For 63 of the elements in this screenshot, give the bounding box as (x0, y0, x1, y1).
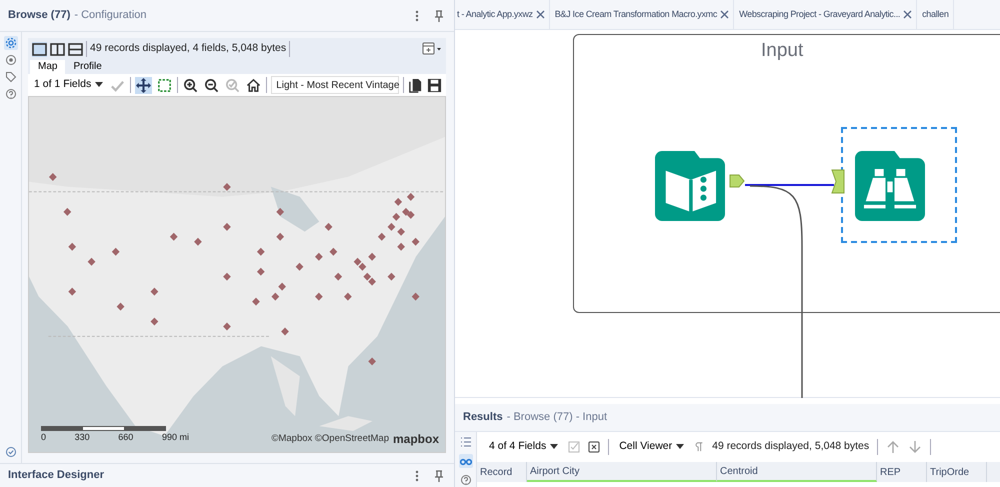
close-icon[interactable] (720, 10, 730, 19)
save-icon[interactable] (427, 78, 442, 92)
cell-viewer-dropdown[interactable]: Cell Viewer (617, 439, 686, 455)
caret-icon (95, 82, 104, 88)
scale-label: 330 (74, 430, 90, 444)
container-title: Input (761, 39, 804, 63)
binoculars-icon[interactable] (458, 454, 472, 468)
close-icon[interactable] (903, 10, 912, 19)
scale-label: 990 mi (162, 430, 189, 444)
zoom-in-button[interactable] (182, 76, 200, 94)
status-check-icon (4, 445, 18, 459)
output-anchor[interactable] (730, 174, 745, 188)
document-tab[interactable]: Webscraping Project - Graveyard Analytic... (734, 0, 918, 29)
checkbox-icon[interactable] (568, 441, 580, 453)
panel-title: Results (463, 410, 503, 426)
zoom-out-button[interactable] (203, 76, 220, 94)
fields-dropdown[interactable]: 4 of 4 Fields (487, 439, 560, 455)
panel-subtitle: - Browse (77) - Input (506, 410, 608, 426)
pin-icon[interactable] (432, 8, 446, 22)
basemap-dropdown[interactable]: Light - Most Recent Vintage (271, 76, 399, 94)
layout-menu-icon[interactable] (422, 42, 442, 56)
pin-icon[interactable] (432, 468, 446, 482)
column-header[interactable]: REP (877, 462, 927, 482)
record-info: 49 records displayed, 5,048 bytes (712, 439, 870, 454)
document-tab[interactable]: challen (917, 0, 954, 29)
target-icon[interactable] (4, 53, 18, 67)
record-info: 49 records displayed, 4 fields, 5,048 bytes (90, 41, 286, 56)
tab[interactable]: Map (30, 60, 66, 74)
input-anchor[interactable] (831, 170, 844, 194)
panel-title: Browse (77) (8, 8, 70, 24)
help-icon[interactable] (460, 474, 472, 486)
mapbox-logo: mapbox (392, 431, 439, 448)
column-header[interactable]: TripOrde (927, 462, 987, 482)
book-tool-icon[interactable] (655, 151, 725, 221)
caret-icon (550, 444, 558, 450)
scale-label: 660 (118, 430, 134, 444)
scale-label: 0 (41, 430, 46, 444)
column-header[interactable]: Record (477, 462, 527, 482)
home-button[interactable] (245, 76, 262, 94)
column-header[interactable]: Centroid (717, 462, 877, 482)
panel-title: Interface Designer (8, 468, 104, 484)
pan-button[interactable] (135, 76, 152, 94)
binoculars-tool-icon[interactable] (855, 151, 925, 221)
close-icon[interactable] (536, 10, 545, 19)
copy-icon[interactable] (408, 78, 423, 92)
tab[interactable]: Profile (65, 60, 110, 74)
document-tab[interactable]: B&J Ice Cream Transformation Macro.yxmc (550, 0, 734, 29)
document-tab[interactable]: t - Analytic App.yxwz (455, 0, 550, 29)
caret-icon (676, 444, 684, 450)
paragraph-icon[interactable] (694, 441, 704, 453)
tag-icon[interactable] (4, 70, 18, 84)
column-header[interactable]: Airport City (527, 462, 717, 482)
fields-dropdown[interactable]: 1 of 1 Fields (32, 77, 106, 93)
box-select-button[interactable] (156, 76, 174, 94)
map-attribution[interactable]: ©Mapbox ©OpenStreetMap (271, 432, 389, 446)
help-icon[interactable] (4, 87, 18, 101)
split-vertical-button[interactable] (50, 42, 65, 56)
list-icon[interactable] (460, 436, 472, 448)
single-view-button[interactable] (32, 42, 47, 56)
clear-icon[interactable] (588, 441, 600, 453)
panel-subtitle: - Configuration (74, 8, 147, 24)
split-horizontal-button[interactable] (68, 42, 83, 56)
settings-icon[interactable] (4, 36, 18, 50)
